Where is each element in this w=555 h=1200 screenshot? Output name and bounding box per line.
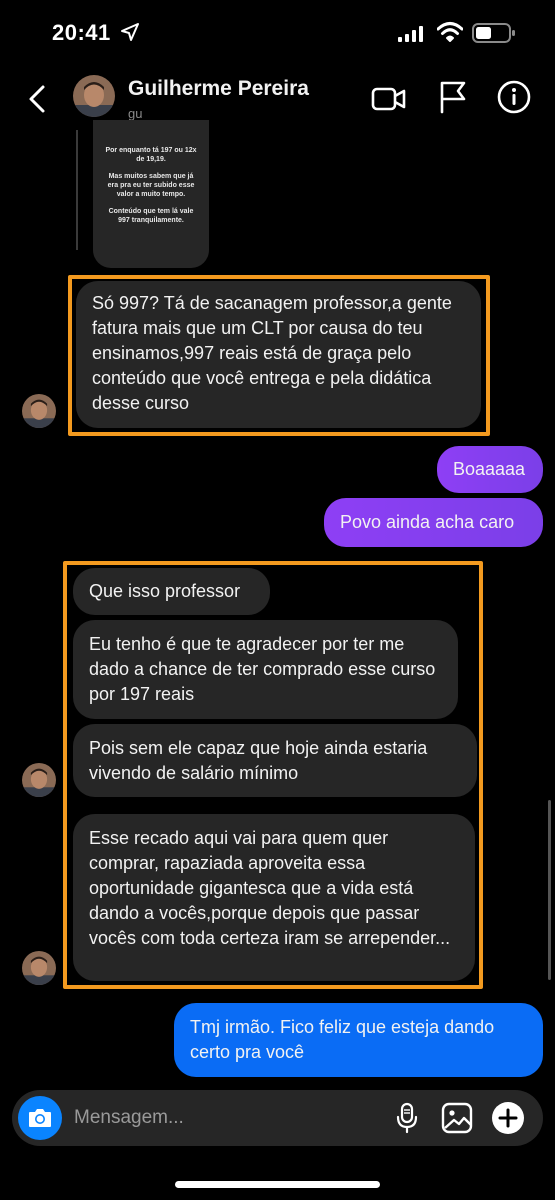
message-text: Esse recado aqui vai para quem quer comp… <box>89 828 451 948</box>
message-text: Que isso professor <box>89 581 241 601</box>
wifi-icon <box>437 22 463 42</box>
status-bar: 20:41 <box>0 0 555 66</box>
message-input[interactable] <box>74 1090 374 1146</box>
gallery-icon[interactable] <box>441 1102 473 1134</box>
message-text: Boaaaaa <box>453 459 526 479</box>
message-sent[interactable]: Povo ainda acha caro <box>324 498 543 547</box>
report-flag-icon[interactable] <box>438 80 468 114</box>
story-text: Por enquanto tá 197 ou 12x de 19,19. <box>105 147 197 163</box>
message-text: Eu tenho é que te agradecer por ter me d… <box>89 634 436 704</box>
sender-avatar[interactable] <box>22 951 56 985</box>
story-text: Conteúdo que tem lá vale 997 tranquilame… <box>108 208 194 224</box>
message-text: Pois sem ele capaz que hoje ainda estari… <box>89 738 428 783</box>
info-icon[interactable] <box>497 80 531 114</box>
status-time: 20:41 <box>52 20 111 45</box>
scrollbar[interactable] <box>548 800 551 980</box>
contact-name[interactable]: Guilherme Pereira <box>128 77 309 101</box>
contact-avatar[interactable] <box>73 75 115 117</box>
sender-avatar[interactable] <box>22 763 56 797</box>
contact-username: gu <box>128 106 143 121</box>
camera-button[interactable] <box>18 1096 62 1140</box>
location-arrow-icon <box>121 23 139 41</box>
story-text: Mas muitos sabem que já era pra eu ter s… <box>107 173 195 198</box>
message-sent[interactable]: Tmj irmão. Fico feliz que esteja dando c… <box>174 1003 543 1077</box>
message-received[interactable]: Que isso professor <box>73 568 270 615</box>
story-preview[interactable]: Por enquanto tá 197 ou 12x de 19,19. Mas… <box>93 120 209 268</box>
microphone-icon[interactable] <box>396 1102 418 1134</box>
message-sent[interactable]: Boaaaaa <box>437 446 543 493</box>
message-text: Povo ainda acha caro <box>340 512 515 532</box>
cellular-signal-icon <box>398 26 423 42</box>
message-received[interactable]: Pois sem ele capaz que hoje ainda estari… <box>73 724 477 797</box>
sender-avatar[interactable] <box>22 394 56 428</box>
message-text: Só 997? Tá de sacanagem professor,a gent… <box>92 293 452 413</box>
story-reply-line <box>76 130 78 250</box>
add-button[interactable] <box>492 1102 524 1134</box>
message-received[interactable]: Só 997? Tá de sacanagem professor,a gent… <box>76 281 481 428</box>
home-indicator <box>175 1181 380 1188</box>
camera-icon <box>29 1109 51 1127</box>
plus-icon <box>498 1108 518 1128</box>
video-call-icon[interactable] <box>371 84 407 114</box>
message-received[interactable]: Eu tenho é que te agradecer por ter me d… <box>73 620 458 719</box>
message-received[interactable]: Esse recado aqui vai para quem quer comp… <box>73 814 475 981</box>
message-text: Tmj irmão. Fico feliz que esteja dando c… <box>190 1017 495 1062</box>
chat-header: Guilherme Pereira gu <box>0 66 555 130</box>
battery-icon <box>472 23 515 43</box>
message-composer <box>12 1090 543 1146</box>
back-chevron-icon[interactable] <box>24 84 50 114</box>
